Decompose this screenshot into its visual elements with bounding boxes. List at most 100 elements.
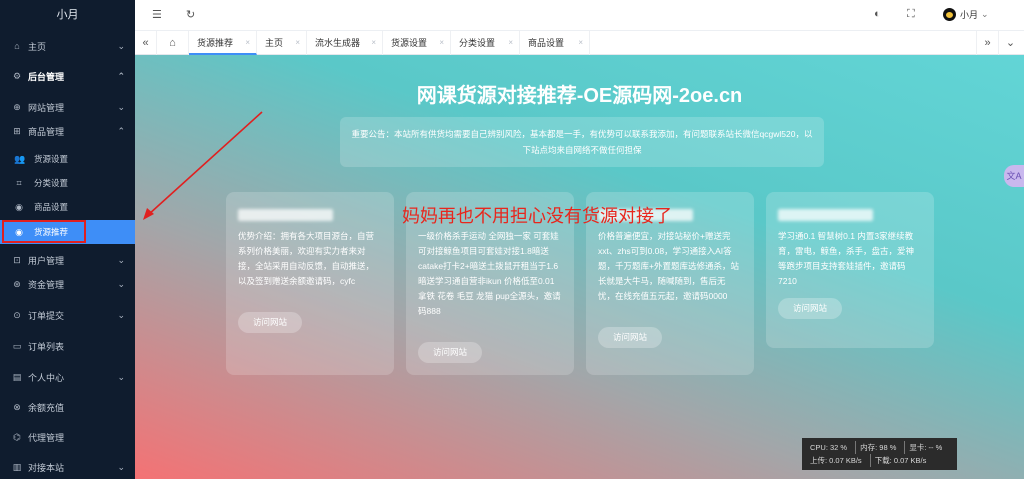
sidebar: 小月 ⌂ 主页 ⌄ ⚙ 后台管理 ⌃ ⊕ 网站管理 ⌄ ⊞ 商品管理 ⌃ 👥 货… bbox=[0, 0, 135, 479]
system-stats-widget: CPU: 32 % 内存: 98 % 显卡: -- % 上传: 0.07 KB/… bbox=[802, 438, 957, 470]
upload-stat: 上传: 0.07 KB/s bbox=[810, 456, 862, 465]
sidebar-item-label: 订单提交 bbox=[28, 310, 65, 321]
sidebar-item-label: 后台管理 bbox=[28, 71, 65, 82]
sidebar-item-label: 代理管理 bbox=[28, 432, 65, 443]
close-icon[interactable]: × bbox=[295, 31, 300, 55]
visit-site-button[interactable]: 访问网站 bbox=[238, 312, 302, 333]
tab-category-settings[interactable]: 分类设置 × bbox=[451, 31, 520, 55]
theme-icon[interactable]: ◐ bbox=[874, 8, 881, 20]
annotation-highlight-box bbox=[2, 220, 86, 243]
sidebar-item-order-submit[interactable]: ⊙ 订单提交 ⌄ bbox=[0, 303, 135, 327]
tab-supply-recommend[interactable]: 货源推荐 × bbox=[189, 31, 257, 55]
chevron-down-icon: ⌄ bbox=[117, 371, 125, 382]
sidebar-brand: 小月 bbox=[56, 9, 79, 21]
chevron-down-icon: ⌄ bbox=[117, 40, 125, 51]
close-icon[interactable]: × bbox=[439, 31, 444, 55]
tab-goods-settings[interactable]: 商品设置 × bbox=[520, 31, 590, 55]
money-icon: ⊛ bbox=[13, 278, 21, 289]
close-icon[interactable]: × bbox=[578, 31, 583, 55]
tab-prev-icon[interactable]: « bbox=[135, 31, 157, 55]
sidebar-item-recharge[interactable]: ⊗ 余额充值 bbox=[0, 395, 135, 419]
translate-icon[interactable]: 文A bbox=[1004, 165, 1024, 187]
card-description: 一级价格杀手运动 全网独一家 可套娃可对接鲸鱼项目可套娃对接1.8暗送 cata… bbox=[418, 231, 561, 316]
sidebar-item-label: 个人中心 bbox=[28, 372, 65, 383]
blurred-site-name bbox=[238, 209, 333, 221]
top-header: ☰ ↻ ◐ ⛶ 小月 ⌄ bbox=[135, 0, 1024, 31]
sidebar-item-connect-site[interactable]: ▥ 对接本站 ⌄ bbox=[0, 455, 135, 479]
list-icon: ▭ bbox=[12, 340, 22, 351]
users-icon: 👥 bbox=[14, 153, 26, 164]
close-icon[interactable]: × bbox=[245, 31, 250, 55]
sidebar-item-label: 余额充值 bbox=[28, 402, 65, 413]
card-description: 学习通0.1 智慧树0.1 内置3家继续教育，雷电，鲸鱼，杀手，盘古，爱神等跑步… bbox=[778, 231, 915, 286]
sidebar-item-label: 商品设置 bbox=[34, 202, 69, 212]
tab-label: 商品设置 bbox=[528, 38, 565, 48]
chevron-down-icon: ⌄ bbox=[981, 9, 989, 19]
card-description: 价格普遍便宜，对接站秘价+赠送完xxt、zhs可到0.08，学习通接入AI答题，… bbox=[598, 231, 739, 301]
sidebar-item-label: 资金管理 bbox=[28, 279, 65, 290]
sidebar-item-label: 分类设置 bbox=[34, 178, 69, 188]
avatar bbox=[943, 8, 956, 21]
card-description: 优势介绍：拥有各大项目源台，自营系列价格美丽，欢迎有实力者来对接，全站采用自动反… bbox=[238, 231, 375, 286]
sidebar-item-supply-settings[interactable]: 👥 货源设置 bbox=[0, 147, 135, 171]
fullscreen-icon[interactable]: ⛶ bbox=[907, 8, 915, 21]
visit-site-button[interactable]: 访问网站 bbox=[598, 327, 662, 348]
sidebar-item-label: 用户管理 bbox=[28, 255, 65, 266]
target-icon: ⊙ bbox=[13, 309, 21, 320]
sidebar-item-user-management[interactable]: ⊡ 用户管理 ⌄ bbox=[0, 248, 135, 272]
visit-site-button[interactable]: 访问网站 bbox=[418, 342, 482, 363]
sidebar-item-label: 商品管理 bbox=[28, 126, 65, 137]
tab-label: 分类设置 bbox=[459, 38, 496, 48]
tab-flow-generator[interactable]: 流水生成器 × bbox=[307, 31, 383, 55]
gpu-stat: 显卡: -- % bbox=[904, 441, 942, 454]
sidebar-item-label: 主页 bbox=[28, 41, 47, 52]
tab-bar: « ⌂ 货源推荐 × 主页 × 流水生成器 × 货源设置 × 分类设置 × 商品… bbox=[135, 31, 1024, 55]
tab-label: 主页 bbox=[265, 38, 284, 48]
tab-home-icon[interactable]: ⌂ bbox=[157, 31, 189, 55]
tab-label: 流水生成器 bbox=[315, 38, 361, 48]
tab-label: 货源设置 bbox=[391, 38, 428, 48]
download-stat: 下载: 0.07 KB/s bbox=[869, 454, 926, 467]
tab-label: 货源推荐 bbox=[197, 38, 234, 48]
gear-icon: ⚙ bbox=[12, 70, 22, 81]
tab-next-icon[interactable]: » bbox=[976, 31, 998, 55]
annotation-text: 妈妈再也不用担心没有货源对接了 bbox=[402, 206, 672, 226]
tab-home[interactable]: 主页 × bbox=[257, 31, 307, 55]
visit-site-button[interactable]: 访问网站 bbox=[778, 298, 842, 319]
tab-more-icon[interactable]: ⌄ bbox=[998, 31, 1022, 55]
globe-icon: ⊕ bbox=[13, 101, 21, 112]
refresh-icon[interactable]: ↻ bbox=[186, 8, 195, 21]
sidebar-item-category-settings[interactable]: ⌗ 分类设置 bbox=[0, 171, 135, 195]
page-title: 网课货源对接推荐-OE源码网-2oe.cn bbox=[416, 85, 743, 107]
home-icon: ⌂ bbox=[14, 41, 20, 51]
blurred-site-name bbox=[778, 209, 873, 221]
close-icon[interactable]: × bbox=[371, 31, 376, 55]
menu-toggle-icon[interactable]: ☰ bbox=[152, 8, 162, 21]
agent-icon: ⌬ bbox=[13, 431, 21, 442]
sidebar-item-agent-management[interactable]: ⌬ 代理管理 bbox=[0, 425, 135, 449]
chevron-down-icon: ⌄ bbox=[117, 309, 125, 320]
cart-icon: ⊞ bbox=[13, 125, 21, 136]
sidebar-item-label: 货源设置 bbox=[34, 154, 69, 164]
tag-icon: ⌗ bbox=[16, 177, 22, 188]
close-icon[interactable]: × bbox=[508, 31, 513, 55]
tab-supply-settings[interactable]: 货源设置 × bbox=[383, 31, 451, 55]
user-menu[interactable]: 小月 ⌄ bbox=[943, 8, 989, 21]
sidebar-item-label: 网站管理 bbox=[28, 102, 65, 113]
coin-icon: ⊗ bbox=[13, 401, 21, 412]
supply-card: 优势介绍：拥有各大项目源台，自营系列价格美丽，欢迎有实力者来对接，全站采用自动反… bbox=[226, 192, 394, 375]
sidebar-item-admin[interactable]: ⚙ 后台管理 ⌃ bbox=[0, 64, 135, 88]
sidebar-item-goods-settings[interactable]: ◉ 商品设置 bbox=[0, 195, 135, 219]
sidebar-item-personal-center[interactable]: ▤ 个人中心 ⌄ bbox=[0, 365, 135, 389]
sidebar-item-site-management[interactable]: ⊕ 网站管理 ⌄ bbox=[0, 95, 135, 119]
connect-icon: ▥ bbox=[12, 461, 22, 472]
sidebar-item-finance[interactable]: ⊛ 资金管理 ⌄ bbox=[0, 272, 135, 296]
main-content: 网课货源对接推荐-OE源码网-2oe.cn 重要公告：本站所有供货均需要自己辨别… bbox=[135, 55, 1024, 479]
user-icon: ⊡ bbox=[13, 254, 21, 265]
radio-icon: ◉ bbox=[15, 201, 23, 212]
chevron-up-icon: ⌃ bbox=[117, 125, 125, 136]
sidebar-item-product-management[interactable]: ⊞ 商品管理 ⌃ bbox=[0, 119, 135, 143]
sidebar-item-home[interactable]: ⌂ 主页 ⌄ bbox=[0, 34, 135, 58]
chevron-down-icon: ⌄ bbox=[117, 101, 125, 112]
sidebar-item-order-list[interactable]: ▭ 订单列表 bbox=[0, 334, 135, 358]
